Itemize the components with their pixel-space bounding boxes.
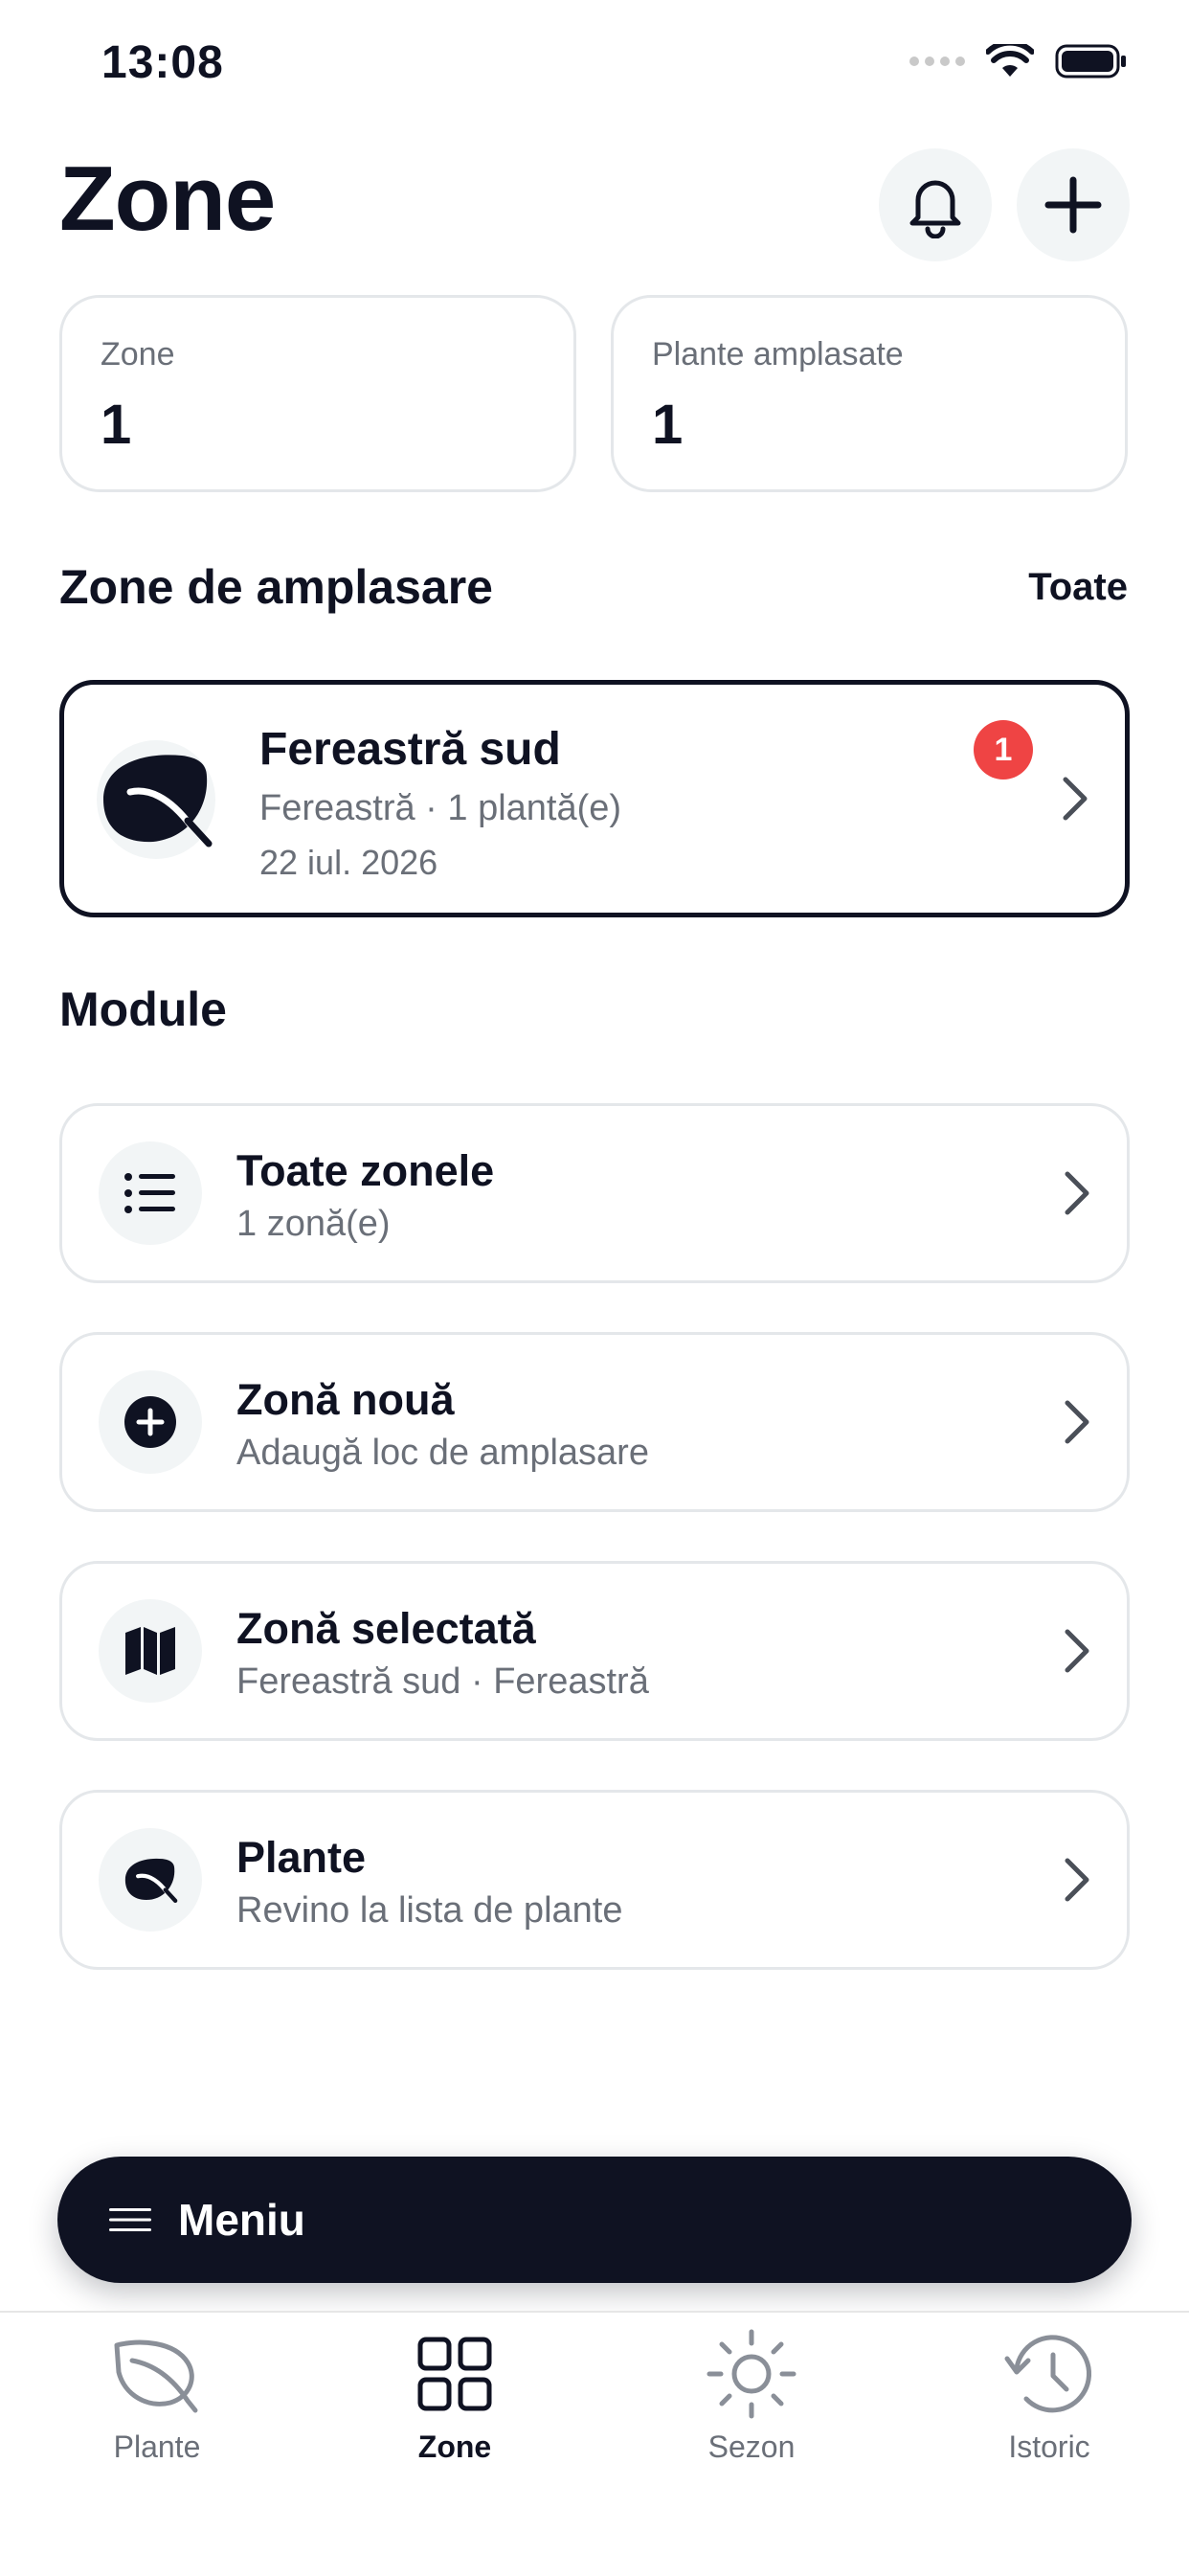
module-title: Toate zonele: [236, 1146, 495, 1195]
module-icon: [99, 1828, 202, 1932]
module-subtitle: 1 zonă(e): [236, 1204, 391, 1244]
wifi-icon: [986, 44, 1034, 77]
chevron-right-icon: [1065, 1171, 1089, 1215]
chevron-right-icon: [1063, 777, 1088, 821]
chevron-right-icon: [1065, 1629, 1089, 1673]
menu-button[interactable]: Meniu: [57, 2157, 1132, 2283]
add-button[interactable]: [1017, 148, 1130, 261]
grid-icon: [417, 2337, 492, 2411]
zone-card[interactable]: Fereastră sud Fereastră · 1 plantă(e) 22…: [59, 680, 1130, 917]
history-icon: [1004, 2335, 1092, 2413]
module-all-zones[interactable]: Toate zonele 1 zonă(e): [59, 1103, 1130, 1283]
menu-label: Meniu: [178, 2195, 305, 2245]
plus-icon: [1044, 176, 1102, 234]
hamburger-icon: [109, 2208, 151, 2231]
module-title: Zonă nouă: [236, 1375, 455, 1424]
stat-card-zones: Zone 1: [59, 295, 576, 492]
sun-icon: [707, 2329, 796, 2419]
status-icons: [909, 44, 1128, 79]
zone-name: Fereastră sud: [259, 724, 561, 775]
bell-icon: [909, 180, 961, 238]
tab-label: Plante: [113, 2429, 201, 2464]
status-time: 13:08: [101, 37, 224, 88]
leaf-icon: [103, 755, 213, 847]
tab-season[interactable]: Sezon: [637, 2313, 866, 2504]
stat-value: 1: [652, 394, 684, 456]
stat-label: Plante amplasate: [652, 336, 904, 373]
notifications-button[interactable]: [879, 148, 992, 261]
stat-label: Zone: [101, 336, 175, 373]
module-subtitle: Fereastră sud · Fereastră: [236, 1661, 649, 1702]
map-icon: [125, 1627, 175, 1675]
section-title-zones: Zone de amplasare: [59, 560, 493, 614]
module-plants[interactable]: Plante Revino la lista de plante: [59, 1790, 1130, 1970]
module-selected-zone[interactable]: Zonă selectată Fereastră sud · Fereastră: [59, 1561, 1130, 1741]
zone-avatar: [97, 740, 215, 859]
module-subtitle: Revino la lista de plante: [236, 1890, 623, 1931]
module-icon: [99, 1370, 202, 1474]
tab-history[interactable]: Istoric: [934, 2313, 1164, 2504]
page-title: Zone: [59, 147, 276, 250]
section-title-modules: Module: [59, 983, 227, 1036]
leaf-icon: [124, 1858, 178, 1904]
tab-plants[interactable]: Plante: [42, 2313, 272, 2504]
module-title: Plante: [236, 1833, 367, 1882]
zone-meta: Fereastră · 1 plantă(e): [259, 788, 622, 828]
see-all-link[interactable]: Toate: [1028, 566, 1128, 609]
plus-circle-icon: [124, 1396, 176, 1448]
module-title: Zonă selectată: [236, 1604, 536, 1653]
list-icon: [124, 1173, 175, 1213]
module-new-zone[interactable]: Zonă nouă Adaugă loc de amplasare: [59, 1332, 1130, 1512]
leaf-outline-icon: [114, 2339, 198, 2413]
stat-value: 1: [101, 394, 132, 456]
battery-icon: [1055, 44, 1126, 79]
module-icon: [99, 1141, 202, 1245]
tab-bar: Plante Zone Sezon Istoric: [0, 2311, 1189, 2576]
module-icon: [99, 1599, 202, 1703]
tab-label: Sezon: [707, 2429, 796, 2464]
signal-icon: [909, 56, 965, 66]
chevron-right-icon: [1065, 1400, 1089, 1444]
tab-label: Istoric: [1008, 2429, 1090, 2464]
notification-badge: 1: [974, 720, 1033, 780]
zone-date: 22 iul. 2026: [259, 843, 438, 882]
module-subtitle: Adaugă loc de amplasare: [236, 1433, 649, 1473]
tab-zones[interactable]: Zone: [340, 2313, 570, 2504]
stat-card-placed-plants: Plante amplasate 1: [611, 295, 1128, 492]
chevron-right-icon: [1065, 1858, 1089, 1902]
tab-label: Zone: [417, 2429, 492, 2464]
